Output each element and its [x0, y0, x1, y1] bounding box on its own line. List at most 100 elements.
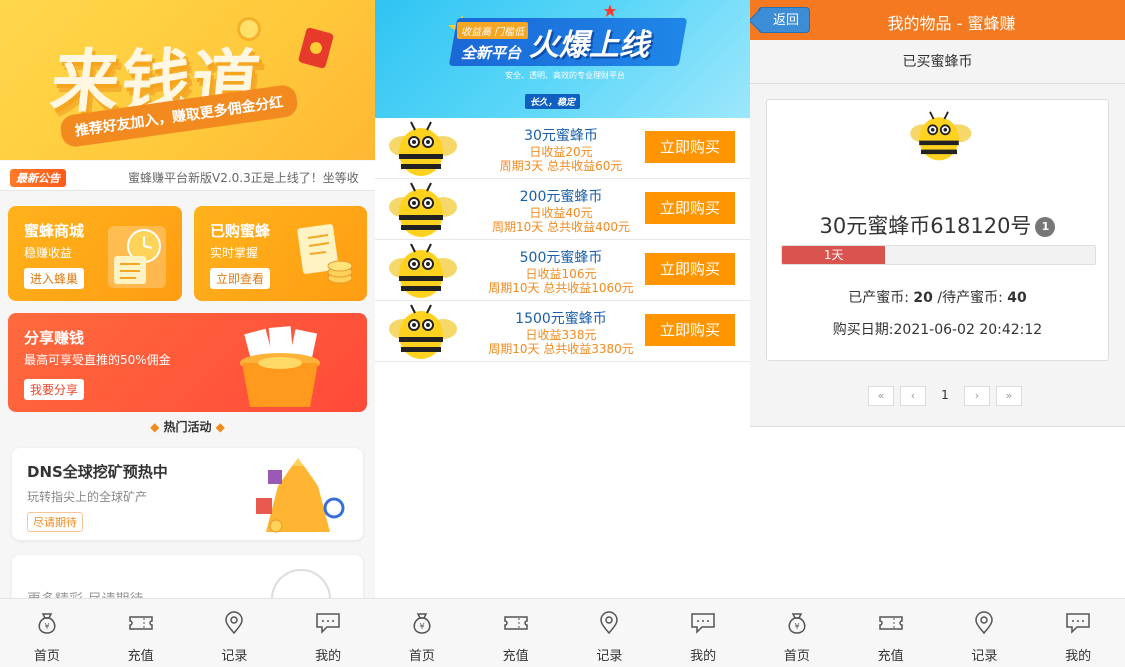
- bee-mall-card[interactable]: 蜜蜂商城 稳赚收益 进入蜂巢: [8, 206, 182, 301]
- gift-bag-illustration-icon: [248, 456, 348, 536]
- product-info: 500元蜜蜂币 日收益106元 周期10天 总共收益1060元: [471, 250, 651, 296]
- promo-banner[interactable]: 收益高 门槛低 全新平台 火爆上线 安全、透明、高效的专业理财平台 长久，稳定: [375, 0, 750, 118]
- tab-mine[interactable]: 我的: [656, 599, 750, 667]
- view-now-button[interactable]: 立即查看: [210, 268, 271, 289]
- hero-banner[interactable]: 来钱道 推荐好友加入，赚取更多佣金分红: [0, 0, 375, 160]
- dns-mining-card[interactable]: DNS全球挖矿预热中 玩转指尖上的全球矿产 尽请期待: [12, 448, 363, 540]
- tab-home[interactable]: ¥ 首页: [0, 599, 94, 667]
- money-bag-icon: ¥: [38, 613, 56, 634]
- tab-bar: ¥ 首页 充值 记录 我的: [750, 598, 1125, 667]
- tab-recharge[interactable]: 充值: [94, 599, 188, 667]
- tab-label: 我的: [315, 649, 342, 664]
- diamond-icon: ◆: [211, 420, 225, 434]
- product-row: 1500元蜜蜂币 日收益338元 周期10天 总共收益3380元 立即购买: [375, 301, 750, 362]
- bee-icon: [389, 304, 457, 359]
- buy-now-button[interactable]: 立即购买: [645, 131, 735, 163]
- money-bag-icon: ¥: [788, 613, 806, 634]
- tab-recharge[interactable]: 充值: [469, 599, 563, 667]
- product-period: 周期3天 总共收益60元: [499, 159, 623, 174]
- share-earn-card[interactable]: 分享赚钱 最高可享受直推的50%佣金 我要分享: [8, 313, 367, 412]
- produced-label: 已产蜜币:: [848, 290, 914, 306]
- purchase-date: 购买日期:2021-06-02 20:42:12: [832, 322, 1043, 338]
- tab-bar: ¥ 首页 充值 记录 我的: [0, 598, 375, 667]
- progress-bar: 1天: [781, 245, 1096, 265]
- ticket-icon: [878, 616, 903, 630]
- buy-now-button[interactable]: 立即购买: [645, 253, 735, 285]
- production-line: 已产蜜币: 20 /待产蜜币: 40: [767, 287, 1108, 307]
- money-bag-icon: ¥: [413, 613, 431, 634]
- enter-hive-button[interactable]: 进入蜂巢: [24, 268, 85, 289]
- card-subtitle: 实时掌握: [210, 246, 259, 260]
- tab-records[interactable]: 记录: [188, 599, 282, 667]
- product-info: 1500元蜜蜂币 日收益338元 周期10天 总共收益3380元: [471, 311, 651, 357]
- tab-recharge[interactable]: 充值: [844, 599, 938, 667]
- product-daily: 日收益40元: [529, 205, 593, 220]
- first-page-button[interactable]: «: [868, 386, 894, 406]
- dns-subtitle: 玩转指尖上的全球矿产: [27, 490, 148, 504]
- product-period: 周期10天 总共收益3380元: [488, 342, 634, 357]
- product-row: 30元蜜蜂币 日收益20元 周期3天 总共收益60元 立即购买: [375, 118, 750, 179]
- document-coins-icon: [294, 222, 356, 290]
- product-info: 30元蜜蜂币 日收益20元 周期3天 总共收益60元: [471, 128, 651, 174]
- section-header: 已买蜜蜂币: [750, 40, 1125, 84]
- ticket-icon: [128, 616, 153, 630]
- buy-now-button[interactable]: 立即购买: [645, 192, 735, 224]
- tab-home[interactable]: ¥ 首页: [375, 599, 469, 667]
- pagination: « ‹ 1 › »: [868, 386, 1022, 406]
- last-page-button[interactable]: »: [996, 386, 1022, 406]
- card-title: 已购蜜蜂: [210, 222, 271, 240]
- tab-mine[interactable]: 我的: [281, 599, 375, 667]
- tab-home[interactable]: ¥ 首页: [750, 599, 844, 667]
- banner-title: 火爆上线: [529, 28, 649, 63]
- pending-value: 40: [1007, 290, 1027, 306]
- product-name[interactable]: 1500元蜜蜂币: [471, 311, 651, 328]
- chat-bubble-icon: [691, 613, 715, 634]
- page-title: 我的物品 - 蜜蜂赚: [887, 14, 1016, 33]
- current-page[interactable]: 1: [932, 386, 958, 406]
- count-badge: 1: [1035, 217, 1056, 237]
- notice-bar[interactable]: 最新公告 蜜蜂赚平台新版V2.0.3正是上线了！坐等收: [0, 161, 375, 191]
- tab-label: 首页: [408, 649, 435, 664]
- product-daily: 日收益106元: [525, 266, 597, 281]
- product-name[interactable]: 30元蜜蜂币: [471, 128, 651, 145]
- produced-value: 20: [913, 290, 933, 306]
- notice-text: 蜜蜂赚平台新版V2.0.3正是上线了！坐等收: [128, 171, 359, 185]
- product-daily: 日收益20元: [529, 144, 593, 159]
- coming-soon-button[interactable]: 尽请期待: [27, 512, 83, 532]
- card-subtitle: 稳赚收益: [24, 246, 73, 260]
- next-page-button[interactable]: ›: [964, 386, 990, 406]
- tab-records[interactable]: 记录: [938, 599, 1032, 667]
- ticket-icon: [503, 616, 528, 630]
- progress-fill: 1天: [782, 246, 886, 264]
- star-icon: [603, 4, 617, 18]
- tab-label: 首页: [783, 649, 810, 664]
- location-pin-icon: [975, 611, 994, 635]
- tab-label: 充值: [127, 649, 154, 664]
- item-card: 30元蜜蜂币618120号 1 1天 已产蜜币: 20 /待产蜜币: 40 购买日…: [766, 99, 1109, 361]
- product-name[interactable]: 200元蜜蜂币: [471, 189, 651, 206]
- location-pin-icon: [225, 611, 244, 635]
- tab-label: 充值: [502, 649, 529, 664]
- tab-records[interactable]: 记录: [563, 599, 657, 667]
- card-title: 蜜蜂商城: [24, 222, 85, 240]
- gift-box-icon: [230, 323, 330, 409]
- empty-area: [750, 427, 1125, 598]
- chat-bubble-icon: [1066, 613, 1090, 634]
- nav-bar: 返回 我的物品 - 蜜蜂赚: [750, 0, 1125, 40]
- product-period: 周期10天 总共收益400元: [492, 220, 630, 235]
- item-name-text: 30元蜜蜂币618120号: [819, 214, 1032, 238]
- tab-label: 记录: [221, 649, 248, 664]
- product-name[interactable]: 500元蜜蜂币: [471, 250, 651, 267]
- share-now-button[interactable]: 我要分享: [24, 379, 85, 400]
- tab-label: 记录: [971, 649, 998, 664]
- list-clock-icon: [108, 226, 166, 288]
- bee-icon: [910, 111, 972, 161]
- home-screen: 来钱道 推荐好友加入，赚取更多佣金分红 最新公告 蜜蜂赚平台新版V2.0.3正是…: [0, 0, 375, 667]
- banner-tag: 收益高 门槛低: [457, 22, 529, 39]
- tab-mine[interactable]: 我的: [1031, 599, 1125, 667]
- purchased-bees-card[interactable]: 已购蜜蜂 实时掌握 立即查看: [194, 206, 367, 301]
- prev-page-button[interactable]: ‹: [900, 386, 926, 406]
- bee-icon: [389, 182, 457, 237]
- buy-now-button[interactable]: 立即购买: [645, 314, 735, 346]
- banner-line: 安全、透明、高效的专业理财平台: [505, 71, 625, 80]
